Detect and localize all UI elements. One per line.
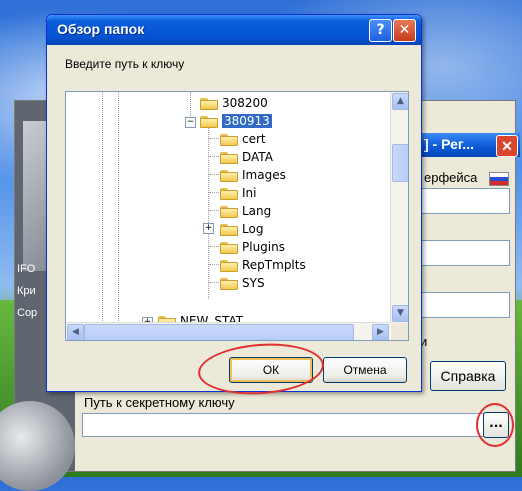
folder-icon: [220, 223, 238, 236]
help-icon[interactable]: ?: [369, 19, 392, 42]
scroll-right-icon[interactable]: ▶: [372, 324, 389, 340]
tree-node[interactable]: Ini: [220, 184, 256, 202]
tree-node[interactable]: cert: [220, 130, 266, 148]
help-button[interactable]: Справка: [430, 361, 506, 391]
background-field-2[interactable]: [418, 240, 510, 266]
tree-guide-line: [209, 156, 219, 157]
collapse-icon[interactable]: −: [185, 117, 196, 128]
background-field-3[interactable]: [418, 292, 510, 318]
language-label: ерфейса: [424, 170, 478, 185]
background-window-titlebar: ] - Рег... ✕: [420, 133, 520, 157]
vertical-scroll-thumb[interactable]: [392, 144, 408, 182]
folder-icon: [220, 133, 238, 146]
folder-icon: [220, 205, 238, 218]
tree-guide-line: [102, 92, 103, 323]
tree-guide-line: [209, 174, 219, 175]
folder-icon: [200, 97, 218, 110]
tree-node[interactable]: Log: [220, 220, 263, 238]
secret-key-path-input[interactable]: [82, 413, 484, 437]
tree-node[interactable]: SYS: [220, 274, 265, 292]
tree-node[interactable]: 308200: [200, 94, 268, 112]
folder-icon: [220, 277, 238, 290]
folder-icon: [220, 187, 238, 200]
folder-icon: [220, 241, 238, 254]
cancel-button[interactable]: Отмена: [323, 357, 407, 383]
tree-guide-line: [209, 192, 219, 193]
folder-open-icon: [200, 115, 218, 128]
tree-guide-line: [209, 210, 219, 211]
globe-image: [0, 401, 75, 491]
tree-guide-line: [208, 128, 209, 299]
scrollbar-corner: [391, 323, 408, 340]
side-label-3: Сор: [17, 307, 38, 319]
russian-flag-icon[interactable]: [489, 172, 509, 186]
browse-folders-dialog: Обзор папок ? ✕ Введите путь к ключу 308…: [46, 14, 422, 392]
scroll-down-icon[interactable]: ▼: [392, 305, 408, 322]
tree-node[interactable]: Lang: [220, 202, 271, 220]
scroll-up-icon[interactable]: ▲: [392, 93, 408, 110]
horizontal-scrollbar[interactable]: ◀ ▶: [66, 322, 390, 340]
side-label-2: Кри: [17, 285, 36, 297]
horizontal-scroll-thumb[interactable]: [84, 324, 354, 340]
dialog-prompt: Введите путь к ключу: [65, 57, 185, 71]
close-icon[interactable]: ✕: [393, 19, 416, 42]
vertical-scrollbar[interactable]: ▲ ▼: [390, 92, 408, 323]
background-close-icon[interactable]: ✕: [496, 135, 518, 157]
dialog-title: Обзор папок: [57, 21, 145, 37]
folder-icon: [220, 151, 238, 164]
red-annotation-circle-browse: [476, 403, 514, 447]
tree-guide-line: [209, 246, 219, 247]
side-label-1: IFO: [17, 263, 36, 275]
tree-node[interactable]: RepTmplts: [220, 256, 306, 274]
secret-key-label: Путь к секретному ключу: [84, 395, 235, 410]
expand-icon[interactable]: +: [203, 223, 214, 234]
tree-node-selected[interactable]: 380913: [200, 112, 272, 130]
background-field-1[interactable]: [418, 188, 510, 214]
background-window-title: ] - Рег...: [424, 136, 474, 152]
dialog-titlebar: Обзор папок ? ✕: [47, 15, 421, 45]
tree-guide-line: [209, 138, 219, 139]
tree-node[interactable]: Images: [220, 166, 286, 184]
folder-icon: [220, 169, 238, 182]
tree-guide-line: [209, 282, 219, 283]
folder-tree[interactable]: 308200 − 380913 cert DATA Images Ini Lan…: [65, 91, 409, 341]
tree-guide-line: [209, 264, 219, 265]
folder-icon: [220, 259, 238, 272]
tree-guide-line: [118, 92, 119, 323]
tree-node[interactable]: Plugins: [220, 238, 285, 256]
tree-node[interactable]: DATA: [220, 148, 273, 166]
scroll-left-icon[interactable]: ◀: [67, 324, 84, 340]
